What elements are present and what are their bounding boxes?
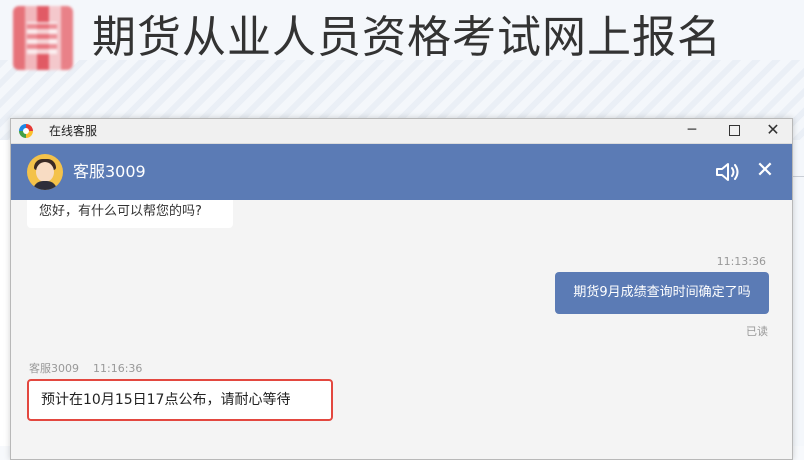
- message-timestamp: 11:13:36: [716, 255, 766, 268]
- app-icon: [19, 124, 33, 138]
- message-meta: 客服3009 11:16:36: [29, 360, 142, 376]
- avatar-body: [33, 181, 57, 190]
- site-logo: [13, 6, 73, 70]
- window-close-button[interactable]: ✕: [756, 119, 790, 143]
- agent-message-bubble: 您好，有什么可以帮您的吗?: [27, 200, 233, 228]
- maximize-button[interactable]: [717, 119, 751, 143]
- avatar-face: [36, 162, 54, 182]
- page-title: 期货从业人员资格考试网上报名: [92, 12, 722, 63]
- message-text: 您好，有什么可以帮您的吗?: [39, 204, 202, 219]
- message-timestamp: 11:16:36: [93, 362, 143, 375]
- message-list[interactable]: 您好，有什么可以帮您的吗? 11:13:36 期货9月成绩查询时间确定了吗 已读…: [11, 200, 792, 459]
- user-message-bubble: 期货9月成绩查询时间确定了吗: [555, 272, 769, 314]
- agent-name: 客服3009: [73, 162, 146, 181]
- sender-name: 客服3009: [29, 362, 79, 375]
- agent-avatar: [27, 154, 63, 190]
- window-title: 在线客服: [49, 124, 98, 138]
- minimize-button[interactable]: ─: [675, 119, 709, 143]
- window-titlebar[interactable]: 在线客服 ─ ✕: [11, 119, 792, 144]
- maximize-icon: [728, 124, 740, 136]
- chat-header: 客服3009 ✕: [11, 144, 792, 200]
- chat-window: 在线客服 ─ ✕ 客服3009 ✕ 您好，有什么可以帮您的吗? 11:13:36…: [10, 118, 793, 460]
- agent-reply-bubble: 预计在10月15日17点公布，请耐心等待: [27, 379, 333, 421]
- background-strip: [0, 140, 10, 446]
- speaker-icon[interactable]: [715, 161, 741, 183]
- read-status: 已读: [746, 325, 768, 338]
- chat-close-icon[interactable]: ✕: [753, 158, 777, 184]
